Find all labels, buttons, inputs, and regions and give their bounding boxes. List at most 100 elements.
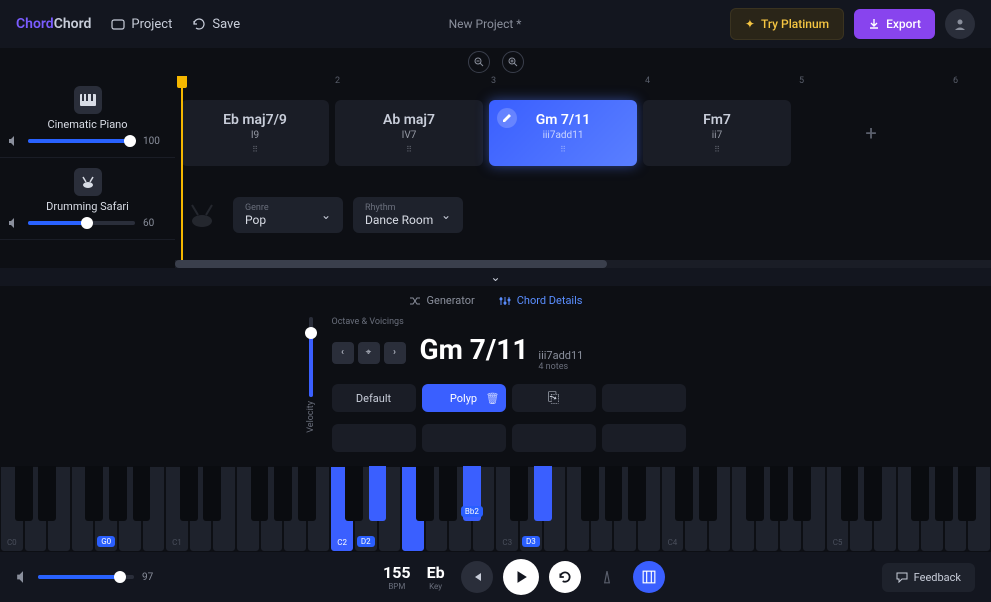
rewind-button[interactable]: [461, 561, 493, 593]
piano-key-D#1[interactable]: [203, 466, 221, 521]
piano-key-F#2[interactable]: [416, 466, 434, 521]
bpm-display[interactable]: 155 BPM: [383, 563, 411, 591]
piano-key-A#4[interactable]: [793, 466, 811, 521]
voicing-empty[interactable]: [512, 424, 596, 452]
volume-slider[interactable]: [28, 139, 135, 143]
zoom-out-button[interactable]: [468, 51, 490, 73]
track-drums[interactable]: Drumming Safari 60: [0, 158, 175, 240]
voicing-default[interactable]: Default: [332, 384, 416, 412]
volume-slider[interactable]: [28, 221, 135, 225]
tab-generator[interactable]: Generator: [409, 294, 475, 307]
piano-key-G#4[interactable]: [770, 466, 788, 521]
voicing-row-1: Default Polyp🗑 ⎘: [332, 384, 686, 412]
piano-key-D#4[interactable]: [699, 466, 717, 521]
save-button[interactable]: Save: [192, 17, 240, 32]
horizontal-scrollbar[interactable]: [175, 260, 991, 268]
bpm-label: BPM: [388, 582, 405, 591]
voicing-row-2: [332, 424, 686, 452]
dropdown-value: Dance Room: [365, 213, 433, 227]
voicing-add[interactable]: ⎘: [512, 384, 596, 412]
piano-key-A#5[interactable]: [958, 466, 976, 521]
piano-key-F#0[interactable]: [85, 466, 103, 521]
edit-icon[interactable]: [497, 108, 517, 128]
piano-key-C#0[interactable]: [15, 466, 33, 521]
zoom-out-icon: [474, 57, 484, 67]
download-icon: [868, 18, 880, 30]
delete-icon[interactable]: 🗑: [486, 392, 500, 405]
genre-dropdown[interactable]: GenrePop ⌄: [233, 197, 343, 233]
piano-key-A#1[interactable]: [298, 466, 316, 521]
velocity-slider[interactable]: Velocity: [306, 317, 316, 433]
voicing-empty[interactable]: [602, 424, 686, 452]
metronome-toggle[interactable]: [591, 561, 623, 593]
voicing-active[interactable]: Polyp🗑: [422, 384, 506, 412]
piano-key-D#5[interactable]: [864, 466, 882, 521]
ruler[interactable]: 2 3 4 5 6: [175, 76, 991, 92]
piano-key-A#2[interactable]: Bb2: [463, 466, 481, 521]
play-button[interactable]: [503, 559, 539, 595]
key-display[interactable]: Eb Key: [427, 563, 445, 591]
chord-row: Eb maj7/9 I9 ⠿ Ab maj7 IV7 ⠿ Gm 7/11 iii…: [175, 92, 991, 174]
track-piano[interactable]: Cinematic Piano 100: [0, 76, 175, 158]
piano-key-F#4[interactable]: [746, 466, 764, 521]
feedback-label: Feedback: [914, 571, 961, 584]
piano-key-C#2[interactable]: [345, 466, 363, 521]
project-name[interactable]: New Project *: [449, 17, 522, 31]
tab-label: Chord Details: [517, 294, 583, 307]
piano-key-D#3[interactable]: [534, 466, 552, 521]
octave-next-button[interactable]: ›: [384, 342, 406, 364]
detail-body: Velocity Octave & Voicings ‹ ⌖ › Gm 7/11…: [0, 317, 991, 452]
count-in-button[interactable]: [633, 561, 665, 593]
chord-roman: I9: [251, 130, 259, 141]
piano-key-A#3[interactable]: [628, 466, 646, 521]
chord-block[interactable]: Fm7 ii7 ⠿: [643, 100, 791, 166]
chord-block[interactable]: Ab maj7 IV7 ⠿: [335, 100, 483, 166]
chat-icon: [896, 571, 908, 583]
rhythm-dropdown[interactable]: RhythmDance Room ⌄: [353, 197, 463, 233]
zoom-in-button[interactable]: [502, 51, 524, 73]
voicing-empty[interactable]: [602, 384, 686, 412]
piano-key-G#2[interactable]: [439, 466, 457, 521]
master-volume-slider[interactable]: [38, 575, 134, 579]
piano-key-G#1[interactable]: [274, 466, 292, 521]
play-icon: [514, 570, 528, 584]
piano-key-C#4[interactable]: [675, 466, 693, 521]
project-button[interactable]: Project: [111, 17, 172, 32]
user-avatar[interactable]: [945, 9, 975, 39]
rhythm-row: GenrePop ⌄ RhythmDance Room ⌄: [175, 174, 991, 256]
loop-button[interactable]: [549, 561, 581, 593]
tab-chord-details[interactable]: Chord Details: [499, 294, 583, 307]
piano-key-F#3[interactable]: [581, 466, 599, 521]
piano-key-F#1[interactable]: [251, 466, 269, 521]
piano-key-D#0[interactable]: [38, 466, 56, 521]
piano-key-G#0[interactable]: [109, 466, 127, 521]
piano-key-C#3[interactable]: [510, 466, 528, 521]
feedback-button[interactable]: Feedback: [882, 563, 975, 592]
voicing-empty[interactable]: [422, 424, 506, 452]
add-chord-button[interactable]: +: [797, 100, 945, 166]
piano-key-C#1[interactable]: [180, 466, 198, 521]
piano-key-D#2[interactable]: [369, 466, 387, 521]
export-button[interactable]: Export: [854, 9, 935, 39]
chord-block-active[interactable]: Gm 7/11 iii7add11 ⠿: [489, 100, 637, 166]
piano-key-G#5[interactable]: [935, 466, 953, 521]
logo[interactable]: ChordChord: [16, 16, 91, 32]
ruler-mark: 5: [799, 76, 804, 86]
piano-key-F#5[interactable]: [911, 466, 929, 521]
voicing-empty[interactable]: [332, 424, 416, 452]
speaker-icon: [8, 135, 20, 147]
piano-key-G#3[interactable]: [605, 466, 623, 521]
try-platinum-label: Try Platinum: [761, 17, 829, 31]
collapse-toggle[interactable]: ⌄: [0, 268, 991, 286]
chevron-down-icon: ⌄: [321, 208, 331, 222]
octave-prev-button[interactable]: ‹: [332, 342, 354, 364]
chord-name-large: Gm 7/11: [420, 333, 529, 366]
chord-roman: iii7add11: [543, 130, 584, 141]
piano-key-C#5[interactable]: [841, 466, 859, 521]
try-platinum-button[interactable]: ✦ Try Platinum: [730, 8, 844, 40]
piano-key-A#0[interactable]: [133, 466, 151, 521]
piano-keyboard[interactable]: C0G0C1C2D2C3D3C4C5Bb2: [0, 460, 991, 552]
octave-target-button[interactable]: ⌖: [358, 342, 380, 364]
playhead[interactable]: [181, 76, 183, 268]
chord-block[interactable]: Eb maj7/9 I9 ⠿: [181, 100, 329, 166]
